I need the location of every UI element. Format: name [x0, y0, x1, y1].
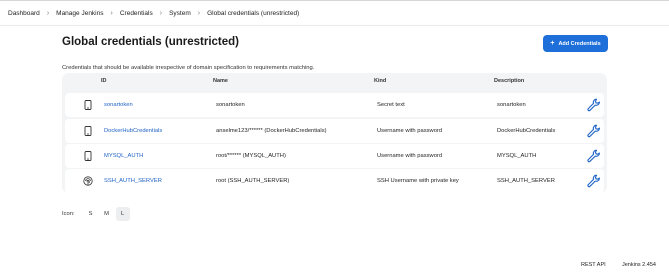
credential-name: sonartoken — [216, 102, 245, 109]
page-title: Global credentials (unrestricted) — [62, 36, 240, 48]
add-credentials-label: Add Credentials — [558, 40, 601, 47]
phone-icon — [83, 150, 93, 161]
wrench-icon[interactable] — [587, 124, 601, 138]
breadcrumb-separator: › — [46, 9, 50, 17]
page-subtitle: Credentials that should be available irr… — [62, 65, 315, 71]
table-row: SSH_AUTH_SERVER root (SSH_AUTH_SERVER) S… — [65, 169, 604, 194]
phone-icon — [83, 125, 93, 136]
icon-size-m[interactable]: M — [100, 207, 114, 221]
credentials-table: ID Name Kind Description sonartoken sona… — [62, 73, 607, 194]
breadcrumb-dashboard[interactable]: Dashboard — [8, 10, 40, 17]
credential-name: anselme123/****** (DockerHubCredentials) — [216, 127, 327, 134]
icon-size-s[interactable]: S — [84, 207, 98, 221]
breadcrumb-separator: › — [159, 9, 163, 17]
credential-id-link[interactable]: DockerHubCredentials — [104, 128, 162, 134]
credential-id-link[interactable]: sonartoken — [104, 102, 133, 108]
table-row: DockerHubCredentials anselme123/****** (… — [65, 118, 604, 143]
header-kind: Kind — [374, 78, 387, 84]
phone-icon — [83, 100, 93, 111]
wrench-icon[interactable] — [587, 98, 601, 112]
icon-size-selector: Icon: S M L — [62, 207, 130, 221]
credential-description: DockerHubCredentials — [497, 127, 556, 134]
credential-description: SSH_AUTH_SERVER — [497, 178, 555, 185]
header-description: Description — [494, 78, 525, 84]
breadcrumb-system[interactable]: System — [169, 10, 191, 17]
wrench-icon[interactable] — [587, 174, 601, 188]
credential-kind: Username with password — [377, 127, 443, 134]
credential-description: sonartoken — [497, 102, 526, 109]
breadcrumb-separator: › — [110, 9, 113, 17]
credential-description: MYSQL_AUTH — [497, 152, 537, 159]
fingerprint-icon — [83, 176, 93, 186]
breadcrumb-separator: › — [197, 9, 201, 17]
icon-size-l[interactable]: L — [115, 207, 130, 221]
add-credentials-button[interactable]: + Add Credentials — [543, 35, 608, 52]
rest-api-link[interactable]: REST API — [581, 262, 606, 268]
table-header: ID Name Kind Description — [65, 76, 604, 92]
credential-id-link[interactable]: SSH_AUTH_SERVER — [104, 178, 162, 184]
header-name: Name — [213, 78, 228, 84]
breadcrumb-manage-jenkins[interactable]: Manage Jenkins — [56, 10, 103, 17]
plus-icon: + — [550, 40, 555, 47]
credential-name: root/****** (MYSQL_AUTH) — [216, 152, 286, 159]
header-id: ID — [101, 78, 107, 84]
wrench-icon[interactable] — [587, 149, 601, 163]
credential-name: root (SSH_AUTH_SERVER) — [216, 178, 290, 185]
table-row: MYSQL_AUTH root/****** (MYSQL_AUTH) User… — [65, 143, 604, 168]
credential-kind: Secret text — [377, 102, 405, 109]
breadcrumb-current: Global credentials (unrestricted) — [207, 9, 300, 17]
jenkins-version: Jenkins 2.454 — [622, 262, 656, 268]
table-row: sonartoken sonartoken Secret text sonart… — [65, 93, 604, 118]
breadcrumb: Dashboard › Manage Jenkins › Credentials… — [0, 0, 669, 26]
credential-id-link[interactable]: MYSQL_AUTH — [104, 153, 143, 159]
credential-kind: SSH Username with private key — [377, 178, 459, 185]
credential-kind: Username with password — [377, 152, 443, 159]
icon-size-label: Icon: — [62, 211, 75, 217]
breadcrumb-credentials[interactable]: Credentials — [120, 10, 153, 17]
